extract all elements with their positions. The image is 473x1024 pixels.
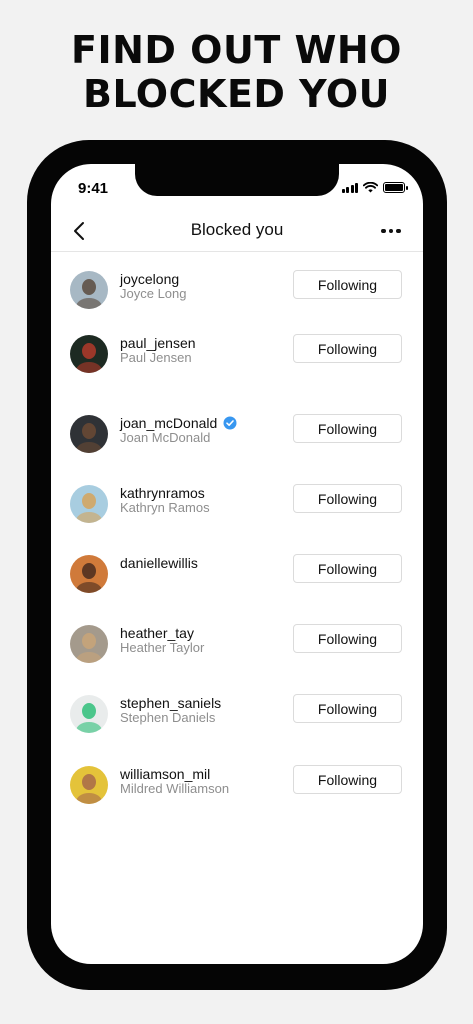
full-name: Kathryn Ramos	[120, 500, 210, 515]
avatar[interactable]	[70, 485, 108, 523]
full-name: Mildred Williamson	[120, 781, 230, 796]
status-icons	[341, 182, 408, 193]
list-item[interactable]: paul_jensen Paul Jensen Following	[51, 334, 423, 375]
list-item[interactable]: daniellewillis Following	[51, 554, 423, 595]
list-item[interactable]: joycelong Joyce Long Following	[51, 270, 423, 311]
username-text: joan_mcDonald	[120, 415, 218, 431]
list-item[interactable]: kathrynramos Kathryn Ramos Following	[51, 484, 423, 525]
phone-screen: 9:41 Blocked you joycelong Joyce Long Foll…	[51, 164, 423, 964]
full-name: Joan McDonald	[120, 430, 211, 445]
list-item[interactable]: williamson_mil Mildred Williamson Followin…	[51, 765, 423, 806]
following-button[interactable]: Following	[293, 765, 402, 794]
username[interactable]: williamson_mil	[120, 766, 210, 782]
avatar[interactable]	[70, 335, 108, 373]
username-text: heather_tay	[120, 625, 194, 641]
cellular-signal-icon	[341, 182, 358, 193]
list-item[interactable]: joan_mcDonald Joan McDonald Following	[51, 414, 423, 455]
nav-bar: Blocked you	[51, 212, 423, 252]
phone-notch	[135, 164, 339, 196]
following-button[interactable]: Following	[293, 624, 402, 653]
username-text: daniellewillis	[120, 555, 198, 571]
following-button[interactable]: Following	[293, 484, 402, 513]
full-name: Heather Taylor	[120, 640, 205, 655]
verified-badge-icon	[223, 416, 237, 430]
page-title: Blocked you	[190, 220, 284, 239]
avatar[interactable]	[70, 766, 108, 804]
username[interactable]: paul_jensen	[120, 335, 196, 351]
list-item[interactable]: stephen_saniels Stephen Daniels Following	[51, 694, 423, 735]
following-button[interactable]: Following	[293, 694, 402, 723]
username[interactable]: heather_tay	[120, 625, 194, 641]
promo-line-2: BLOCKED YOU	[82, 72, 390, 116]
phone-frame: 9:41 Blocked you joycelong Joyce Long Foll…	[27, 140, 447, 990]
username-text: kathrynramos	[120, 485, 205, 501]
avatar[interactable]	[70, 695, 108, 733]
ellipsis-icon[interactable]	[381, 222, 405, 240]
username[interactable]: joycelong	[120, 271, 179, 287]
username[interactable]: stephen_saniels	[120, 695, 221, 711]
following-button[interactable]: Following	[293, 554, 402, 583]
avatar[interactable]	[70, 625, 108, 663]
username[interactable]: kathrynramos	[120, 485, 205, 501]
avatar[interactable]	[70, 415, 108, 453]
avatar[interactable]	[70, 271, 108, 309]
following-button[interactable]: Following	[293, 414, 402, 443]
full-name: Joyce Long	[120, 286, 187, 301]
following-button[interactable]: Following	[293, 334, 402, 363]
username[interactable]: daniellewillis	[120, 555, 198, 571]
username[interactable]: joan_mcDonald	[120, 415, 237, 431]
username-text: joycelong	[120, 271, 180, 287]
promo-headline: FIND OUT WHO BLOCKED YOU	[0, 28, 473, 116]
promo-line-1: FIND OUT WHO	[70, 28, 402, 72]
list-item[interactable]: heather_tay Heather Taylor Following	[51, 624, 423, 665]
battery-icon	[383, 182, 408, 193]
full-name: Paul Jensen	[120, 350, 192, 365]
wifi-icon	[363, 182, 378, 193]
following-button[interactable]: Following	[293, 270, 402, 299]
username-text: williamson_mil	[120, 766, 211, 782]
full-name: Stephen Daniels	[120, 710, 216, 725]
username-text: stephen_saniels	[120, 695, 222, 711]
username-text: paul_jensen	[120, 335, 196, 351]
status-time: 9:41	[78, 180, 109, 197]
avatar[interactable]	[70, 555, 108, 593]
